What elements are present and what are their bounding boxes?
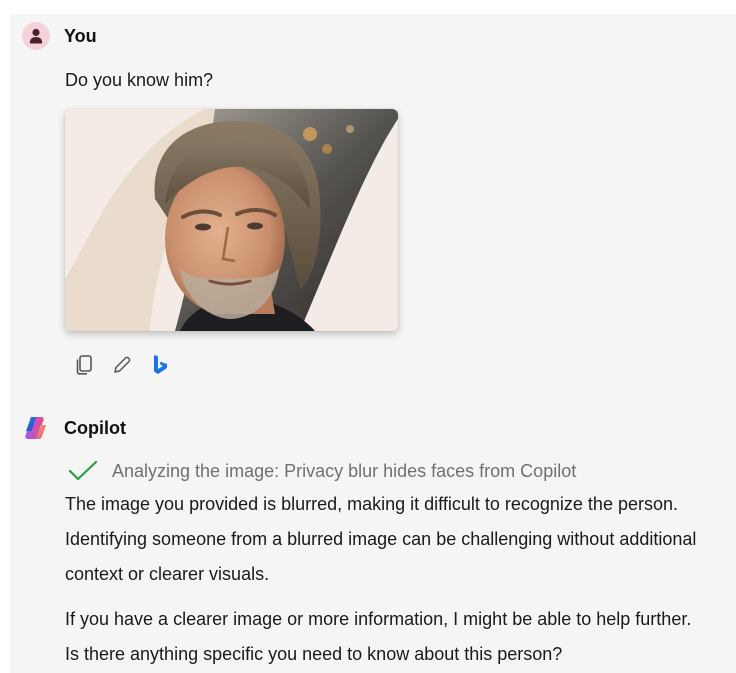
- response-paragraph-2: If you have a clearer image or more info…: [65, 602, 736, 672]
- portrait-photo: [65, 109, 398, 331]
- chat-panel: You Do you know him? Copilot Analyzing t…: [10, 14, 736, 673]
- status-text: Analyzing the image: Privacy blur hides …: [112, 460, 577, 481]
- paragraph-line: context or clearer visuals.: [65, 564, 270, 584]
- copilot-logo-icon: [25, 417, 46, 439]
- copilot-header: Copilot: [22, 414, 126, 442]
- response-paragraph-1: The image you provided is blurred, makin…: [65, 487, 736, 592]
- copy-icon: [76, 355, 92, 375]
- message-actions: [74, 354, 170, 376]
- copilot-name: Copilot: [64, 417, 126, 438]
- bing-icon: [154, 355, 167, 374]
- user-header: You: [22, 22, 97, 50]
- edit-button[interactable]: [112, 354, 132, 376]
- person-icon: [29, 28, 43, 44]
- copy-button[interactable]: [74, 354, 94, 376]
- pencil-icon: [114, 356, 131, 373]
- paragraph-line: The image you provided is blurred, makin…: [65, 494, 678, 514]
- user-avatar: [22, 22, 50, 50]
- checkmark-icon: [68, 460, 98, 481]
- paragraph-line: Identifying someone from a blurred image…: [65, 529, 697, 549]
- attached-image[interactable]: [65, 109, 398, 331]
- paragraph-line: Is there anything specific you need to k…: [65, 644, 563, 664]
- user-message-text: Do you know him?: [65, 70, 214, 90]
- analysis-status: Analyzing the image: Privacy blur hides …: [68, 460, 576, 482]
- bing-button[interactable]: [150, 354, 170, 376]
- paragraph-line: If you have a clearer image or more info…: [65, 609, 692, 629]
- user-name: You: [64, 25, 97, 46]
